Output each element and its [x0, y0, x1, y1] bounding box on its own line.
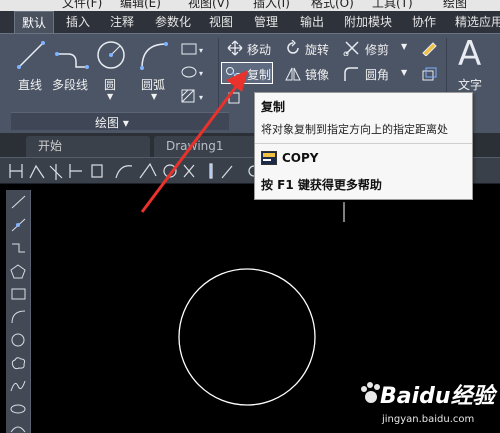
- copy-tooltip: 复制 将对象复制到指定方向上的指定距离处 COPY 按 F1 键获得更多帮助: [254, 92, 473, 200]
- annotation-arrow: [140, 70, 248, 213]
- baidu-watermark: Baidu经验 jingyan.baidu.com: [358, 376, 498, 433]
- tooltip-help: 按 F1 键获得更多帮助: [261, 178, 382, 192]
- watermark-url: jingyan.baidu.com: [382, 414, 475, 425]
- command-icon: [261, 151, 277, 165]
- tooltip-description: 将对象复制到指定方向上的指定距离处: [261, 123, 448, 136]
- tooltip-title: 复制: [261, 100, 286, 114]
- watermark-brand: Baidu经验: [380, 384, 495, 409]
- tooltip-divider: [255, 143, 472, 144]
- tooltip-command: COPY: [282, 151, 319, 165]
